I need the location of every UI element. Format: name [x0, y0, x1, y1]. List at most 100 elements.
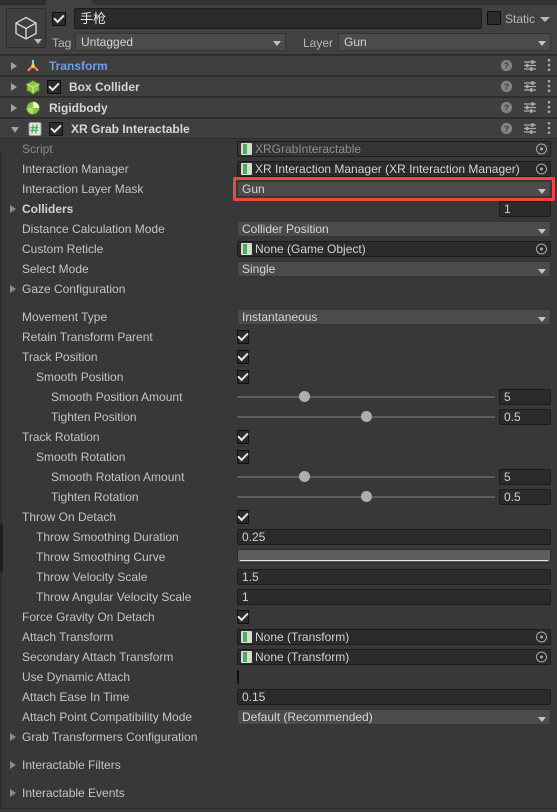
chevron-down-icon[interactable]: [11, 126, 19, 133]
property-row-force-gravity-on-detach: Force Gravity On Detach: [0, 607, 557, 627]
checkbox-use-dynamic-attach[interactable]: [237, 670, 239, 684]
vertical-scrollbar[interactable]: [0, 524, 3, 572]
svg-text:?: ?: [504, 123, 509, 133]
slider-tighten-position[interactable]: [237, 411, 495, 422]
property-label: Throw Angular Velocity Scale: [36, 590, 192, 604]
script-asset-icon: [241, 163, 252, 175]
dropdown-distance-calculation-mode[interactable]: Collider Position: [237, 221, 551, 237]
layer-dropdown[interactable]: Gun: [338, 33, 551, 51]
preset-icon[interactable]: [523, 59, 537, 75]
chevron-right-icon[interactable]: [10, 761, 16, 769]
component-header-actions: ?: [500, 119, 551, 140]
object-picker-icon[interactable]: [536, 163, 547, 175]
slider-value-smooth-rotation-amount[interactable]: 5: [499, 469, 551, 485]
preset-icon[interactable]: [523, 122, 537, 138]
component-enabled-checkbox[interactable]: [47, 79, 61, 94]
object-picker-icon[interactable]: [536, 631, 547, 643]
curve-field-throw-smoothing-curve[interactable]: [237, 549, 551, 563]
slider-value-tighten-position[interactable]: 0.5: [499, 409, 551, 425]
object-picker-icon[interactable]: [536, 243, 547, 255]
slider-handle[interactable]: [299, 391, 311, 402]
checkbox-retain-transform-parent[interactable]: [237, 330, 249, 344]
checkbox-force-gravity-on-detach[interactable]: [237, 610, 249, 624]
property-row-throw-on-detach: Throw On Detach: [0, 507, 557, 527]
kebab-menu-icon[interactable]: [547, 79, 551, 96]
property-row-smooth-rotation-amount: Smooth Rotation Amount 5: [0, 467, 557, 487]
slider-value-tighten-rotation[interactable]: 0.5: [499, 489, 551, 505]
help-icon[interactable]: ?: [500, 101, 513, 117]
component-header-xr-grab-interactable[interactable]: XR Grab Interactable?: [0, 118, 557, 139]
property-row-attach-ease-in-time: Attach Ease In Time 0.15: [0, 687, 557, 707]
checkbox-throw-on-detach[interactable]: [237, 510, 249, 524]
component-headers: Transform? Box Collider? Rigidbody? XR Grab…: [0, 55, 557, 139]
static-checkbox[interactable]: [487, 11, 501, 25]
help-icon[interactable]: ?: [500, 122, 513, 138]
preset-icon[interactable]: [523, 80, 537, 96]
component-header-transform[interactable]: Transform?: [0, 55, 557, 76]
preset-icon[interactable]: [523, 101, 537, 117]
property-label: Smooth Rotation: [36, 450, 126, 464]
array-size-field[interactable]: 1: [499, 201, 551, 217]
number-field-throw-smoothing-duration[interactable]: 0.25: [237, 529, 551, 545]
slider-handle[interactable]: [361, 491, 372, 502]
slider-tighten-rotation[interactable]: [237, 491, 495, 502]
object-field-interaction-manager[interactable]: XR Interaction Manager (XR Interaction M…: [237, 161, 551, 177]
checkbox-track-position[interactable]: [237, 350, 249, 364]
slider-smooth-position-amount[interactable]: [237, 391, 495, 402]
script-icon: [27, 121, 43, 137]
chevron-right-icon[interactable]: [10, 205, 16, 213]
slider-handle[interactable]: [361, 411, 372, 422]
property-row-interactable-filters: Interactable Filters: [0, 755, 557, 775]
kebab-menu-icon[interactable]: [547, 121, 551, 138]
script-asset-icon: [241, 631, 252, 643]
object-field-script[interactable]: XRGrabInteractable: [237, 141, 551, 157]
object-field-secondary-attach-transform[interactable]: None (Transform): [237, 649, 551, 665]
chevron-down-icon: [34, 39, 42, 44]
dropdown-attach-point-compatibility-mode[interactable]: Default (Recommended): [237, 709, 551, 725]
tag-dropdown[interactable]: Untagged: [75, 33, 286, 51]
dropdown-movement-type[interactable]: Instantaneous: [237, 309, 551, 325]
dropdown-select-mode[interactable]: Single: [237, 261, 551, 277]
object-picker-icon[interactable]: [536, 651, 547, 663]
checkbox-smooth-rotation[interactable]: [237, 450, 249, 464]
chevron-right-icon[interactable]: [11, 61, 17, 70]
chevron-right-icon[interactable]: [10, 733, 16, 741]
property-row-colliders: Colliders 1: [0, 199, 557, 219]
slider-smooth-rotation-amount[interactable]: [237, 471, 495, 482]
component-header-box-collider[interactable]: Box Collider?: [0, 76, 557, 97]
object-field-value: XRGrabInteractable: [255, 142, 362, 156]
property-row-attach-point-compatibility-mode: Attach Point Compatibility Mode Default (…: [0, 707, 557, 727]
object-field-attach-transform[interactable]: None (Transform): [237, 629, 551, 645]
chevron-right-icon[interactable]: [10, 789, 16, 797]
property-row-interaction-layer-mask: Interaction Layer Mask Gun: [0, 179, 557, 199]
chevron-right-icon[interactable]: [10, 285, 16, 293]
cube-icon[interactable]: [6, 8, 46, 48]
kebab-menu-icon[interactable]: [547, 100, 551, 117]
property-label: Smooth Position: [36, 370, 124, 384]
static-label: Static: [505, 12, 536, 26]
property-label: Interaction Manager: [22, 162, 129, 176]
slider-handle[interactable]: [299, 471, 311, 482]
component-enabled-checkbox[interactable]: [49, 121, 63, 136]
static-dropdown-icon[interactable]: [540, 17, 550, 22]
help-icon[interactable]: ?: [500, 80, 513, 96]
gameobject-active-checkbox[interactable]: [52, 12, 66, 26]
component-header-rigidbody[interactable]: Rigidbody?: [0, 97, 557, 118]
chevron-down-icon: [538, 229, 546, 234]
gameobject-name-input[interactable]: 手枪: [74, 8, 482, 29]
chevron-right-icon[interactable]: [11, 103, 17, 112]
slider-value-smooth-position-amount[interactable]: 5: [499, 389, 551, 405]
object-picker-icon[interactable]: [536, 143, 547, 155]
checkbox-smooth-position[interactable]: [237, 370, 249, 384]
object-field-custom-reticle[interactable]: None (Game Object): [237, 241, 551, 257]
dropdown-interaction-layer-mask[interactable]: Gun: [237, 181, 551, 197]
property-row-grab-transformers-configuration: Grab Transformers Configuration: [0, 727, 557, 747]
chevron-down-icon: [273, 41, 281, 46]
chevron-right-icon[interactable]: [11, 82, 17, 91]
help-icon[interactable]: ?: [500, 59, 513, 75]
number-field-throw-angular-velocity-scale[interactable]: 1: [237, 589, 551, 605]
number-field-throw-velocity-scale[interactable]: 1.5: [237, 569, 551, 585]
number-field-attach-ease-in-time[interactable]: 0.15: [237, 689, 551, 705]
checkbox-track-rotation[interactable]: [237, 430, 249, 444]
kebab-menu-icon[interactable]: [547, 58, 551, 75]
